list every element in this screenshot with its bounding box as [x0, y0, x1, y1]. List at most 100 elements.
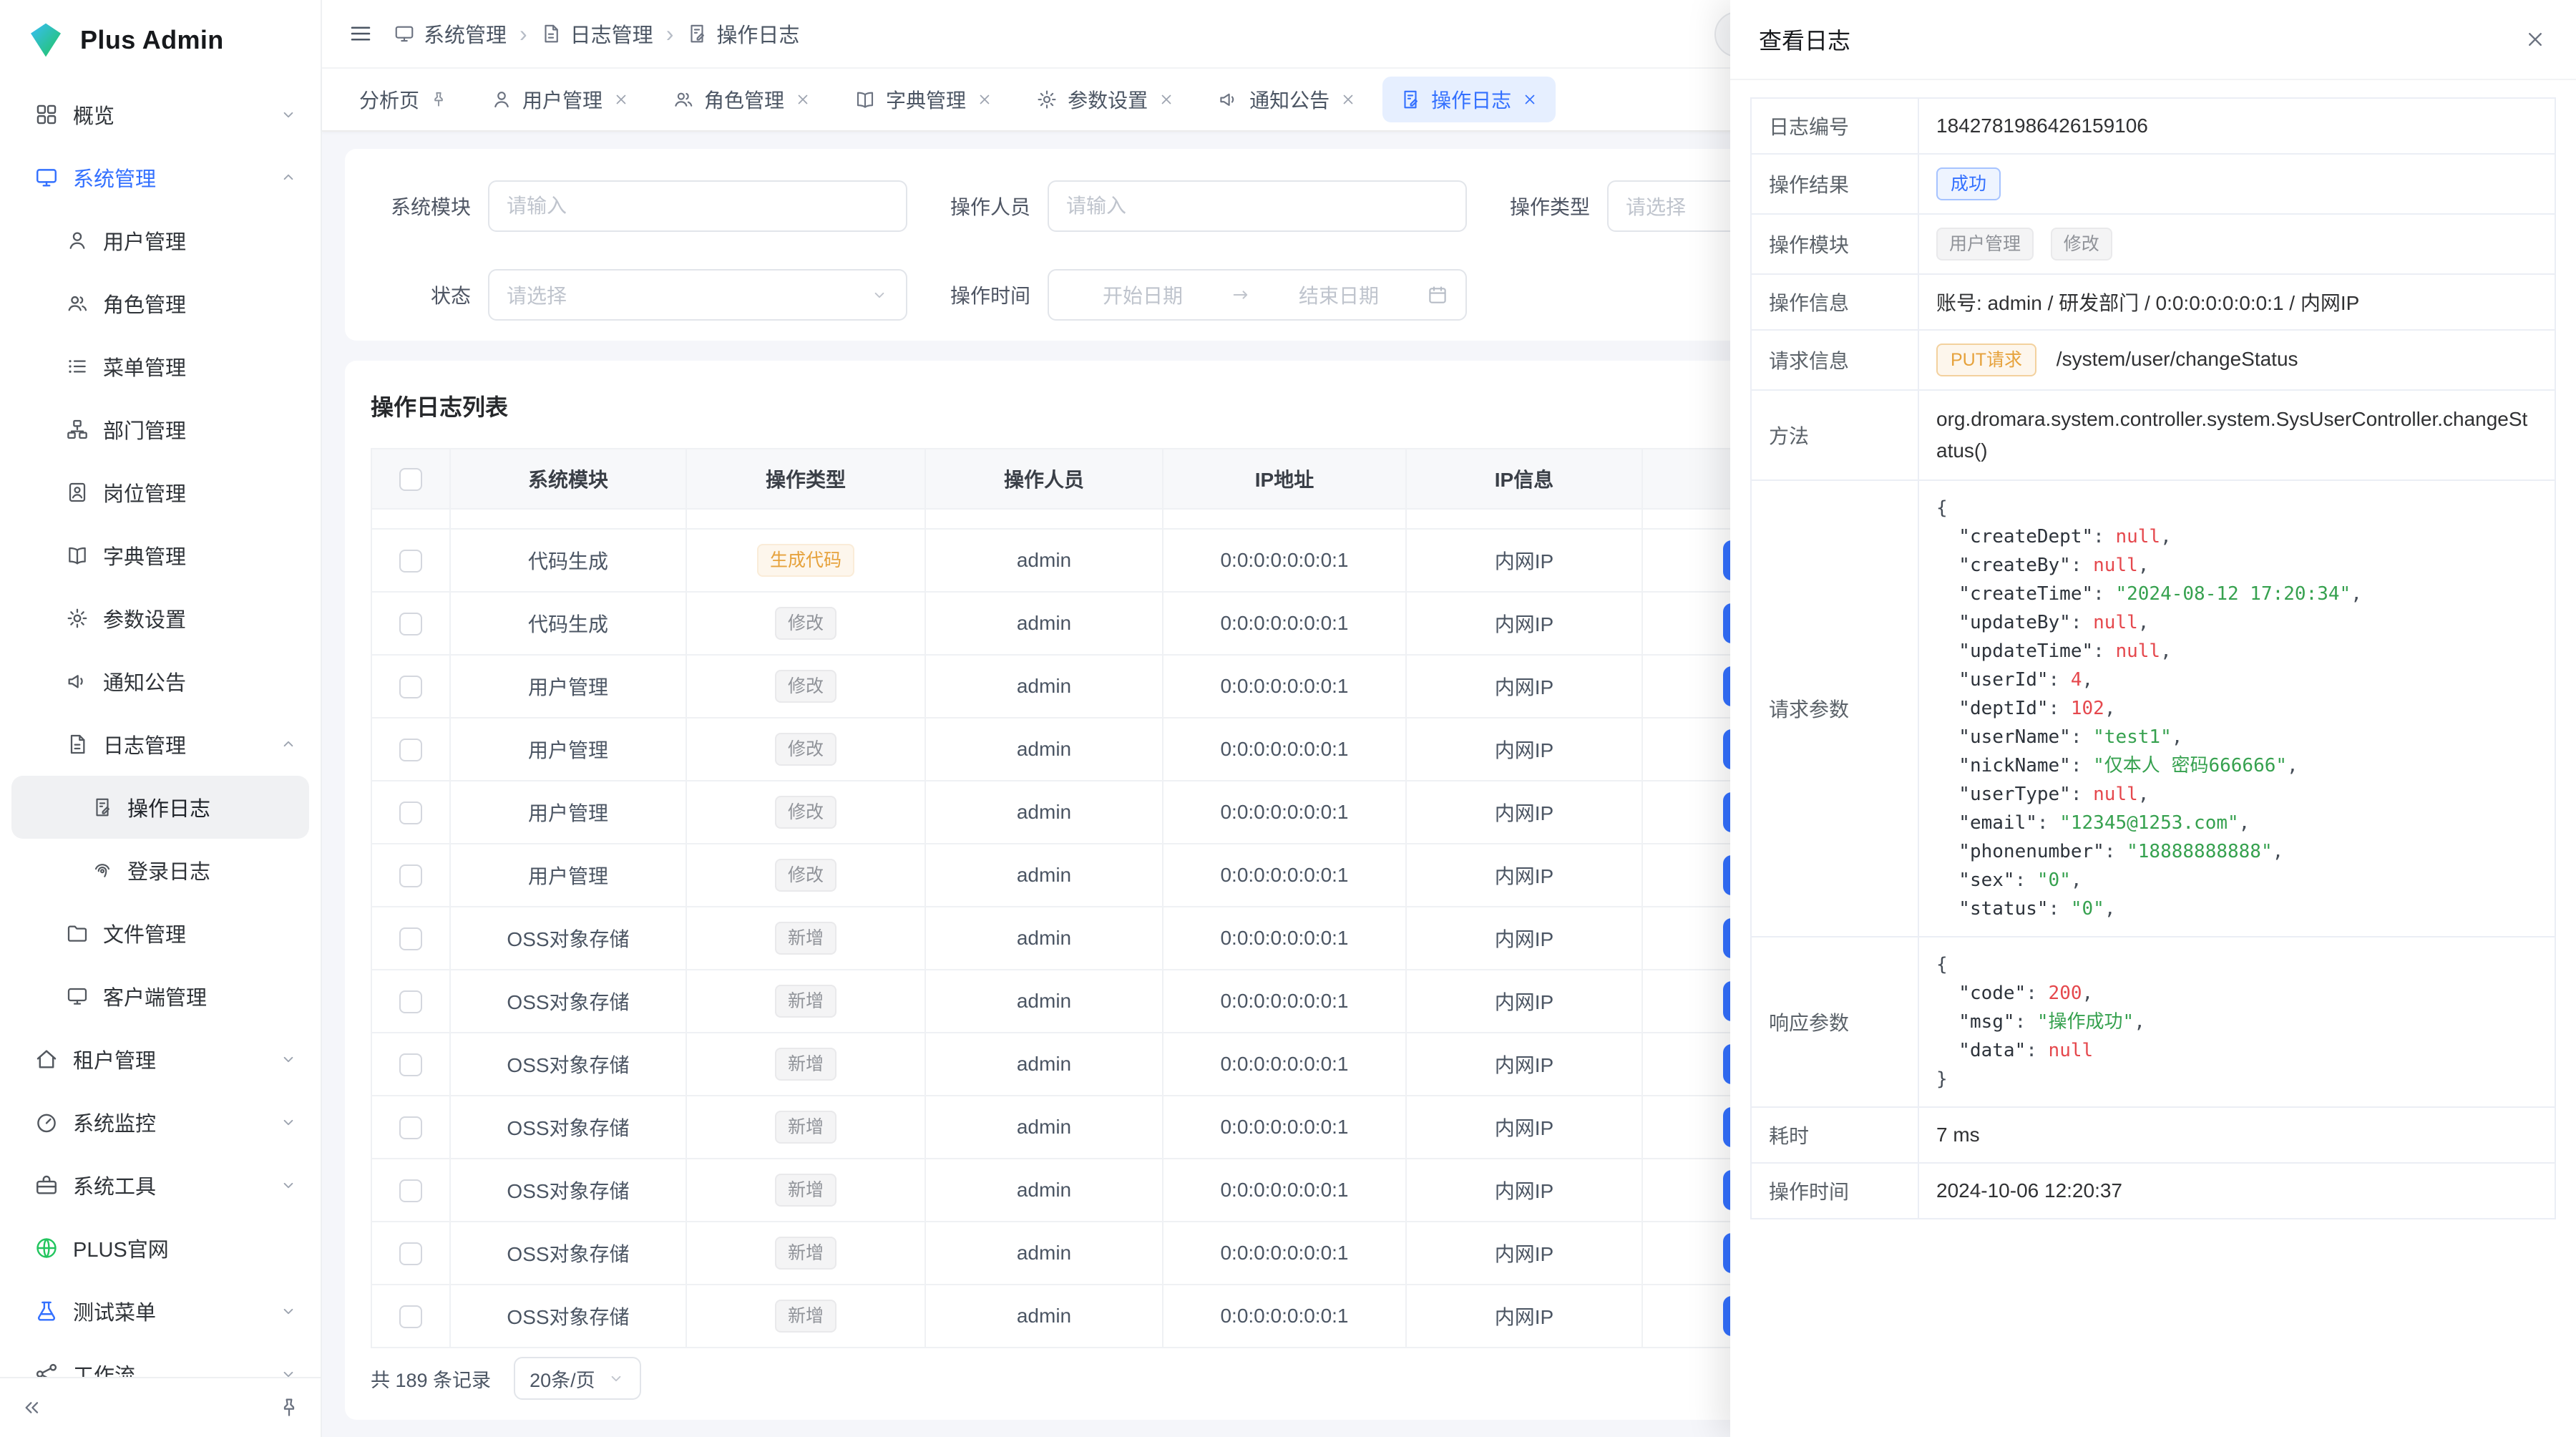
tab-notice[interactable]: 通知公告 [1201, 77, 1374, 122]
sidebar-item-overview[interactable]: 概览 [0, 83, 321, 146]
sidebar-item-system-monitor[interactable]: 系统监控 [0, 1091, 321, 1154]
row-checkbox[interactable] [399, 864, 422, 887]
field-label: 操作时间 [1751, 1163, 1918, 1219]
operation-type-tag: 新增 [775, 985, 836, 1018]
success-badge: 成功 [1936, 167, 2001, 200]
tab-analysis[interactable]: 分析页 [342, 77, 465, 122]
sidebar-item-role-management[interactable]: 角色管理 [0, 272, 321, 335]
row-checkbox[interactable] [399, 550, 422, 573]
close-icon[interactable] [794, 91, 811, 108]
tab-param-settings[interactable]: 参数设置 [1019, 77, 1192, 122]
field-label: 方法 [1751, 390, 1918, 480]
cell-ip-info: 内网IP [1406, 907, 1642, 970]
cell-ip-address: 0:0:0:0:0:0:0:1 [1163, 1033, 1406, 1096]
status-select[interactable]: 请选择 [488, 269, 907, 321]
breadcrumb-item-log[interactable]: 日志管理 [540, 19, 653, 49]
sidebar-item-tenant-management[interactable]: 租户管理 [0, 1028, 321, 1091]
pin-icon[interactable] [429, 90, 448, 109]
sidebar-item-log-management[interactable]: 日志管理 [0, 713, 321, 776]
book-icon [66, 544, 89, 567]
close-icon[interactable] [1158, 91, 1175, 108]
field-label: 操作模块 [1751, 214, 1918, 274]
duration-value: 7 ms [1918, 1107, 2555, 1163]
chevron-down-icon [607, 1369, 625, 1388]
row-checkbox[interactable] [399, 1242, 422, 1265]
tab-operation-log[interactable]: 操作日志 [1382, 77, 1556, 122]
flask-icon [34, 1299, 59, 1323]
sidebar-item-client-management[interactable]: 客户端管理 [0, 965, 321, 1028]
row-checkbox[interactable] [399, 739, 422, 761]
sidebar-item-notice[interactable]: 通知公告 [0, 650, 321, 713]
request-params-json[interactable]: { "createDept": null, "createBy": null, … [1936, 494, 2537, 923]
select-all-checkbox[interactable] [399, 468, 422, 491]
cell-operation-type: 新增 [686, 1096, 925, 1159]
breadcrumb-item-system[interactable]: 系统管理 [394, 19, 507, 49]
sidebar-item-plus-website[interactable]: PLUS官网 [0, 1217, 321, 1280]
sidebar-item-operation-log[interactable]: 操作日志 [11, 776, 309, 839]
detail-row-log-id: 日志编号 1842781986426159106 [1751, 98, 2555, 154]
sidebar-item-dept-management[interactable]: 部门管理 [0, 398, 321, 461]
cell-system-module: OSS对象存储 [450, 1285, 686, 1348]
tab-dict-management[interactable]: 字典管理 [837, 77, 1010, 122]
sidebar-item-menu-management[interactable]: 菜单管理 [0, 335, 321, 398]
cell-system-module: 用户管理 [450, 844, 686, 907]
row-checkbox[interactable] [399, 1116, 422, 1139]
sidebar-item-dict-management[interactable]: 字典管理 [0, 524, 321, 587]
sidebar-item-system-tools[interactable]: 系统工具 [0, 1154, 321, 1217]
cell-ip-info: 内网IP [1406, 529, 1642, 592]
sidebar-item-system-management[interactable]: 系统管理 [0, 146, 321, 209]
close-icon[interactable] [1521, 91, 1538, 108]
sidebar-item-workflow[interactable]: 工作流 [0, 1343, 321, 1377]
row-checkbox[interactable] [399, 1053, 422, 1076]
column-ip-info: IP信息 [1406, 449, 1642, 509]
sidebar-pin-icon[interactable] [278, 1396, 301, 1419]
sidebar-item-file-management[interactable]: 文件管理 [0, 902, 321, 965]
sidebar-item-login-log[interactable]: 登录日志 [0, 839, 321, 902]
cell-system-module: 用户管理 [450, 781, 686, 844]
detail-row-response-params: 响应参数 { "code": 200, "msg": "操作成功", "data… [1751, 937, 2555, 1107]
cell-operator: admin [925, 1159, 1163, 1222]
column-ip-address: IP地址 [1163, 449, 1406, 509]
request-info-value: PUT请求 /system/user/changeStatus [1918, 330, 2555, 390]
close-icon[interactable] [613, 91, 630, 108]
sidebar-item-user-management[interactable]: 用户管理 [0, 209, 321, 272]
sidebar-item-param-settings[interactable]: 参数设置 [0, 587, 321, 650]
row-checkbox[interactable] [399, 927, 422, 950]
fingerprint-icon [92, 859, 113, 881]
arrow-right-icon [1231, 285, 1251, 305]
gauge-icon [34, 1110, 59, 1134]
logo-icon [26, 20, 66, 60]
app-root: Plus Admin 概览 系统管理 用户管理 角色管理 [0, 0, 2576, 1437]
cell-operator: admin [925, 592, 1163, 655]
row-checkbox[interactable] [399, 676, 422, 698]
row-checkbox[interactable] [399, 990, 422, 1013]
operation-time-range[interactable]: 开始日期 结束日期 [1048, 269, 1467, 321]
drawer-body: 日志编号 1842781986426159106 操作结果 成功 操作模块 用户… [1730, 80, 2576, 1437]
total-records: 共 189 条记录 [371, 1365, 491, 1393]
collapse-sidebar-icon[interactable] [20, 1396, 43, 1419]
cell-operator: admin [925, 970, 1163, 1033]
id-badge-icon [66, 481, 89, 504]
page-size-select[interactable]: 20条/页 [514, 1357, 641, 1400]
cell-operation-type: 新增 [686, 1285, 925, 1348]
sidebar-item-test-menu[interactable]: 测试菜单 [0, 1280, 321, 1343]
detail-row-request-params: 请求参数 { "createDept": null, "createBy": n… [1751, 480, 2555, 937]
tab-user-management[interactable]: 用户管理 [474, 77, 647, 122]
breadcrumb-item-operation-log[interactable]: 操作日志 [686, 19, 799, 49]
log-id-value: 1842781986426159106 [1918, 98, 2555, 154]
operator-input[interactable] [1048, 180, 1467, 232]
system-module-input[interactable] [488, 180, 907, 232]
row-checkbox[interactable] [399, 802, 422, 824]
hamburger-menu-icon[interactable] [348, 21, 374, 47]
row-checkbox[interactable] [399, 1305, 422, 1328]
close-icon[interactable] [976, 91, 993, 108]
client-monitor-icon [66, 985, 89, 1008]
row-checkbox[interactable] [399, 613, 422, 635]
close-icon[interactable] [2523, 27, 2547, 52]
roles-icon [673, 89, 694, 110]
sidebar-item-post-management[interactable]: 岗位管理 [0, 461, 321, 524]
close-icon[interactable] [1340, 91, 1357, 108]
row-checkbox[interactable] [399, 1179, 422, 1202]
tab-role-management[interactable]: 角色管理 [655, 77, 829, 122]
cell-select [371, 907, 450, 970]
